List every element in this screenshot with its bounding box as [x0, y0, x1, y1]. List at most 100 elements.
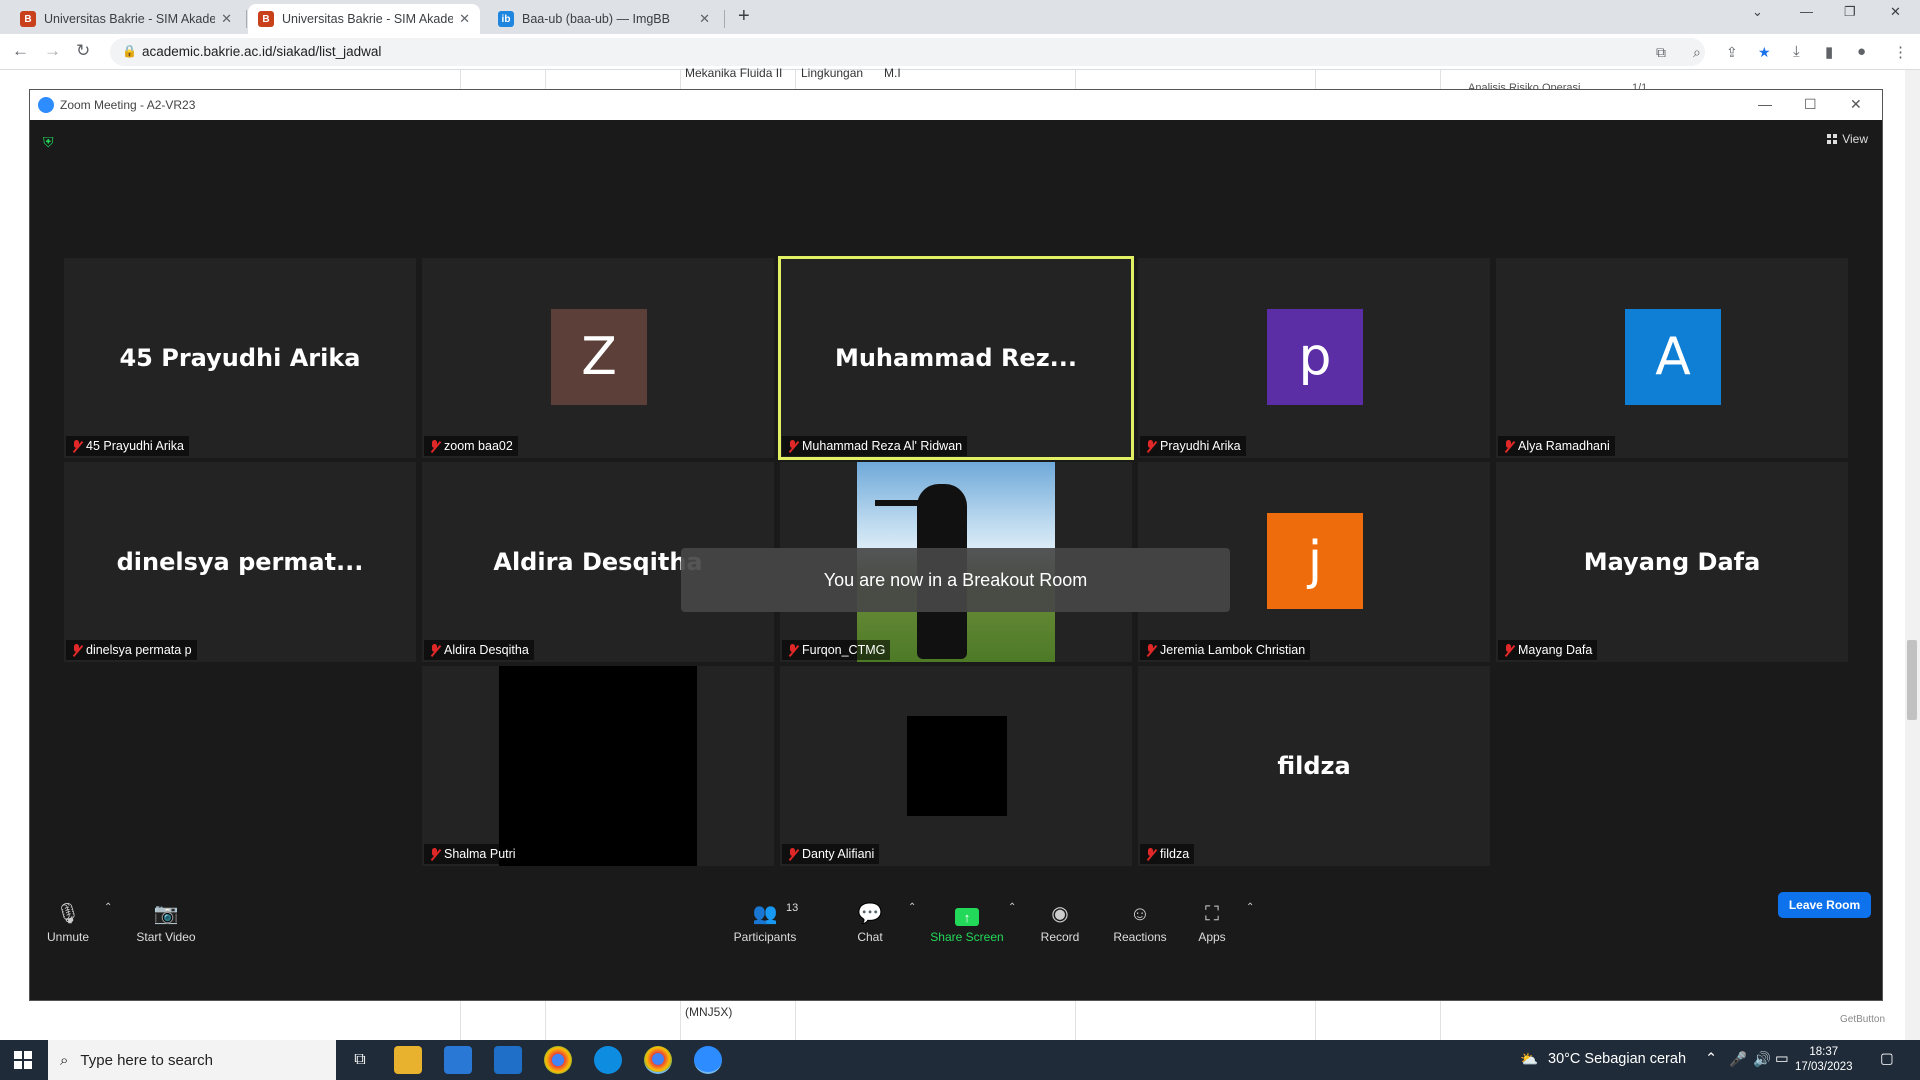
- apps-button[interactable]: ⛶ Apps: [1192, 898, 1232, 944]
- muted-mic-icon: [71, 439, 82, 453]
- participant-name: Furqon_CTMG: [802, 643, 886, 657]
- participant-avatar: p: [1267, 309, 1363, 405]
- chat-options-caret-icon[interactable]: ⌃: [908, 902, 916, 913]
- teamviewer-icon[interactable]: [594, 1046, 622, 1074]
- profile-avatar-icon[interactable]: ●: [1857, 43, 1866, 60]
- apps-label: Apps: [1198, 930, 1226, 944]
- zoom-taskbar-icon[interactable]: [694, 1046, 722, 1074]
- chrome-icon[interactable]: [544, 1046, 572, 1074]
- reactions-button[interactable]: ☺ Reactions: [1110, 898, 1170, 944]
- apps-options-caret-icon[interactable]: ⌃: [1246, 902, 1254, 913]
- microsoft-store-icon[interactable]: [444, 1046, 472, 1074]
- participant-label: Furqon_CTMG: [782, 640, 891, 660]
- search-magnifier-icon: ⌕: [60, 1051, 69, 1069]
- weather-sun-icon[interactable]: ⛅: [1520, 1051, 1538, 1068]
- video-tile[interactable]: Mayang Dafa Mayang Dafa: [1496, 462, 1848, 662]
- minimize-zoom-icon[interactable]: —: [1758, 96, 1772, 112]
- mail-icon[interactable]: [494, 1046, 522, 1074]
- speaker-tray-icon[interactable]: 🔊: [1753, 1051, 1771, 1068]
- video-tile[interactable]: A Alya Ramadhani: [1496, 258, 1848, 458]
- bakrie-favicon-icon: B: [20, 11, 36, 27]
- close-zoom-icon[interactable]: ✕: [1850, 96, 1862, 113]
- audio-options-caret-icon[interactable]: ⌃: [104, 902, 112, 913]
- close-tab-icon[interactable]: ✕: [699, 11, 710, 27]
- restore-window-icon[interactable]: ❐: [1844, 4, 1856, 20]
- start-video-button[interactable]: 📷 Start Video: [126, 898, 206, 944]
- share-screen-button[interactable]: ↑ Share Screen: [930, 898, 1004, 944]
- address-bar[interactable]: 🔒 academic.bakrie.ac.id/siakad/list_jadw…: [110, 38, 1771, 66]
- participant-name: Danty Alifiani: [802, 847, 875, 861]
- tab-search-chevron-icon[interactable]: ⌄: [1752, 4, 1763, 20]
- close-window-icon[interactable]: ✕: [1890, 4, 1901, 20]
- view-button[interactable]: View: [1827, 132, 1868, 146]
- getbutton-text[interactable]: GetButton: [1840, 1014, 1885, 1025]
- tab-title: Universitas Bakrie - SIM Akadem: [44, 12, 216, 26]
- close-tab-icon[interactable]: ✕: [459, 11, 470, 27]
- clock-time: 18:37: [1809, 1046, 1839, 1058]
- system-clock[interactable]: 18:37 17/03/2023: [1795, 1045, 1853, 1075]
- tab-divider: [724, 10, 725, 28]
- microphone-tray-icon[interactable]: 🎤: [1729, 1051, 1747, 1068]
- gallery-grid-icon: [1827, 134, 1838, 144]
- participant-display-name: 45 Prayudhi Arika: [119, 344, 361, 372]
- encryption-shield-icon[interactable]: ⛨: [43, 134, 54, 151]
- video-tile[interactable]: Z zoom baa02: [422, 258, 774, 458]
- page-scrollbar[interactable]: [1905, 70, 1920, 1040]
- file-explorer-icon[interactable]: [394, 1046, 422, 1074]
- task-view-icon[interactable]: ⧉: [346, 1046, 374, 1074]
- bookmark-star-icon[interactable]: ★: [1758, 44, 1771, 61]
- url-text[interactable]: academic.bakrie.ac.id/siakad/list_jadwal: [142, 44, 381, 59]
- video-tile[interactable]: 45 Prayudhi Arika 45 Prayudhi Arika: [64, 258, 416, 458]
- table-cell: Mekanika Fluida II: [685, 66, 783, 80]
- participant-name: zoom baa02: [444, 439, 513, 453]
- record-circle-icon: ◉: [1051, 903, 1069, 925]
- muted-mic-icon: [71, 643, 82, 657]
- minimize-window-icon[interactable]: —: [1800, 4, 1813, 19]
- download-icon[interactable]: ⤓: [1793, 43, 1800, 60]
- zoom-magnifier-icon[interactable]: ⌕: [1693, 44, 1701, 61]
- muted-mic-icon: [787, 439, 798, 453]
- video-off-camera-icon: 📷: [153, 903, 179, 925]
- record-button[interactable]: ◉ Record: [1035, 898, 1085, 944]
- participant-video-black: [499, 666, 697, 866]
- participant-avatar: A: [1625, 309, 1721, 405]
- chrome-menu-icon[interactable]: ⋮: [1893, 43, 1908, 61]
- unmute-button[interactable]: 🎙 Unmute: [44, 898, 92, 944]
- reload-icon[interactable]: ↻: [76, 41, 90, 61]
- browser-tab-3[interactable]: ib Baa-ub (baa-ub) — ImgBB ✕: [488, 4, 720, 34]
- video-tile[interactable]: Shalma Putri: [422, 666, 774, 866]
- side-panel-icon[interactable]: ▮: [1825, 43, 1833, 61]
- taskbar-search-box[interactable]: ⌕ Type here to search: [48, 1040, 336, 1080]
- browser-tab-1[interactable]: B Universitas Bakrie - SIM Akadem ✕: [10, 4, 242, 34]
- close-tab-icon[interactable]: ✕: [221, 11, 232, 27]
- translate-icon[interactable]: ⧉: [1656, 44, 1666, 61]
- chrome-active-icon[interactable]: [644, 1046, 672, 1074]
- participant-name: Muhammad Reza Al' Ridwan: [802, 439, 963, 453]
- participant-display-name: fildza: [1277, 752, 1351, 780]
- chat-button[interactable]: 💬 Chat: [850, 898, 890, 944]
- back-arrow-icon[interactable]: ←: [12, 41, 29, 61]
- video-tile[interactable]: p Prayudhi Arika: [1138, 258, 1490, 458]
- network-tray-icon[interactable]: ▭: [1775, 1051, 1789, 1067]
- participant-name: Prayudhi Arika: [1160, 439, 1241, 453]
- tray-expand-icon[interactable]: ⌃: [1705, 1051, 1717, 1067]
- weather-text[interactable]: 30°C Sebagian cerah: [1548, 1051, 1686, 1067]
- share-icon[interactable]: ⇪: [1726, 44, 1738, 61]
- new-tab-button[interactable]: +: [738, 5, 750, 28]
- windows-start-icon[interactable]: [14, 1051, 32, 1069]
- video-tile[interactable]: Danty Alifiani: [780, 666, 1132, 866]
- participant-label: Jeremia Lambok Christian: [1140, 640, 1311, 660]
- page-scrollbar-thumb[interactable]: [1907, 640, 1917, 720]
- video-tile-active-speaker[interactable]: Muhammad Rez... Muhammad Reza Al' Ridwan: [778, 256, 1134, 460]
- participant-display-name: Mayang Dafa: [1583, 548, 1761, 576]
- zoom-window-title: Zoom Meeting - A2-VR23: [60, 98, 196, 112]
- forward-arrow-icon[interactable]: →: [44, 41, 61, 61]
- notification-center-icon[interactable]: ▢: [1880, 1051, 1894, 1067]
- share-options-caret-icon[interactable]: ⌃: [1008, 902, 1016, 913]
- leave-room-button[interactable]: Leave Room: [1778, 892, 1871, 918]
- maximize-zoom-icon[interactable]: ☐: [1804, 96, 1817, 113]
- video-tile[interactable]: dinelsya permat... dinelsya permata p: [64, 462, 416, 662]
- video-tile[interactable]: fildza fildza: [1138, 666, 1490, 866]
- participant-display-name: dinelsya permat...: [116, 548, 364, 576]
- browser-tab-2[interactable]: B Universitas Bakrie - SIM Akadem ✕: [248, 4, 480, 34]
